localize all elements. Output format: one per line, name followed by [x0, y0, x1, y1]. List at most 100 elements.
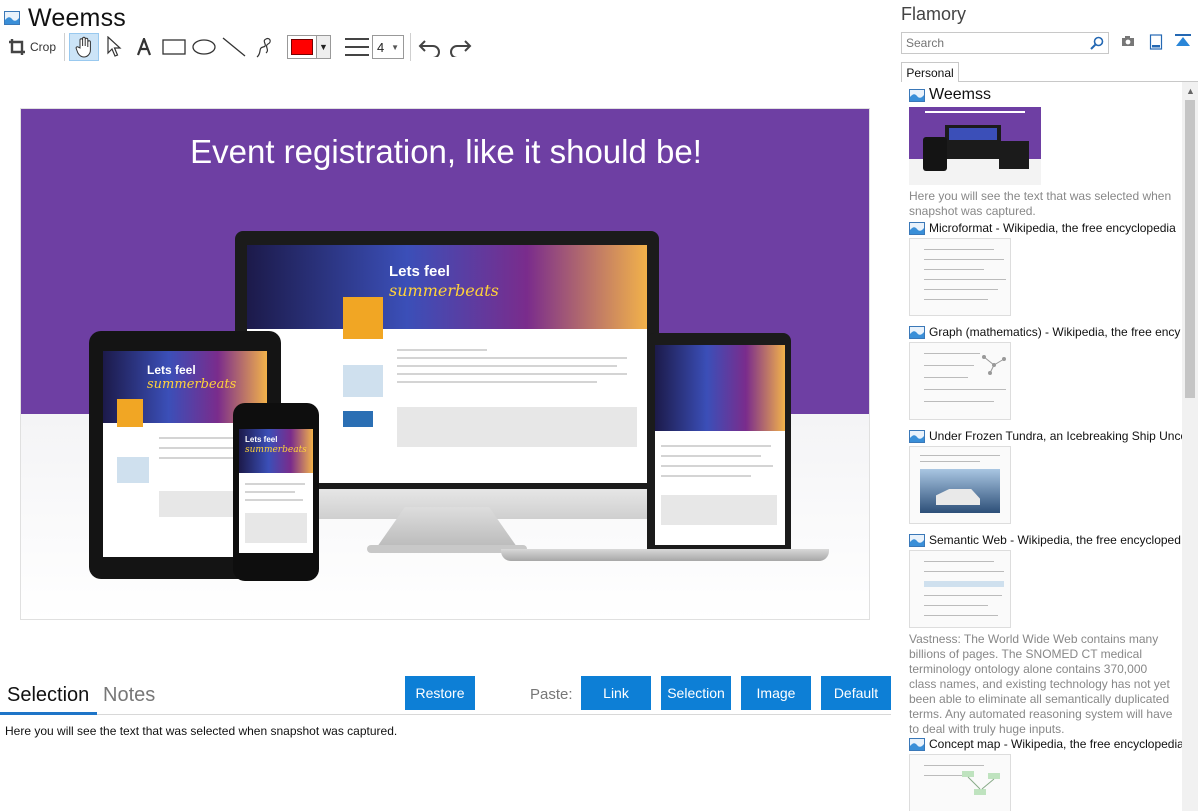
pointer-tool-button[interactable]: [99, 33, 129, 61]
paste-link-button[interactable]: Link: [581, 676, 651, 710]
crop-label: Crop: [30, 40, 57, 54]
monitor-hero: Lets feel summerbeats: [247, 245, 647, 329]
tab-selection[interactable]: Selection: [7, 684, 89, 707]
snapshot-icon: [909, 325, 925, 339]
selection-text[interactable]: Here you will see the text that was sele…: [5, 724, 397, 738]
snapshot-editor: Weemss Crop ▼ 4 ▼ Event registration, li…: [0, 0, 893, 811]
phone-hero: Lets feel summerbeats: [239, 429, 313, 473]
list-item-title: Graph (mathematics) - Wikipedia, the fre…: [929, 325, 1181, 339]
undo-button[interactable]: [415, 33, 445, 61]
page-title: Weemss: [28, 3, 126, 32]
laptop-base: [501, 549, 829, 561]
list-item-thumbnail: [909, 342, 1011, 420]
list-item-thumbnail: [909, 107, 1041, 185]
list-item-thumbnail: [909, 446, 1011, 524]
text-tool-button[interactable]: [129, 33, 159, 61]
list-item[interactable]: Weemss Here you will see the text that w…: [909, 86, 1182, 219]
phone-hero-line1: Lets feel: [245, 435, 278, 444]
snapshot-icon: [4, 11, 20, 25]
line-width-picker[interactable]: 4 ▼: [345, 35, 405, 59]
drawing-toolbar: Crop ▼ 4 ▼: [4, 32, 475, 62]
list-item-thumbnail: [909, 754, 1011, 811]
snapshot-icon: [909, 737, 925, 751]
crop-button[interactable]: Crop: [4, 33, 60, 61]
hand-tool-button[interactable]: [69, 33, 100, 61]
phone-hero-line2: summerbeats: [245, 445, 307, 455]
text-icon: [136, 38, 152, 56]
snapshot-canvas[interactable]: Event registration, like it should be! L…: [20, 108, 870, 620]
search-field[interactable]: [901, 32, 1109, 54]
toolbar-separator: [64, 33, 66, 61]
laptop-mockup: [647, 333, 791, 551]
snapshot-banner-text: Event registration, like it should be!: [190, 133, 702, 170]
toolbar-separator: [410, 33, 412, 61]
active-tab-indicator: [0, 712, 97, 715]
scrollbar-thumb[interactable]: [1185, 100, 1195, 398]
list-item-title: Concept map - Wikipedia, the free encycl…: [929, 737, 1182, 751]
ellipse-icon: [192, 39, 216, 55]
paste-image-button[interactable]: Image: [741, 676, 811, 710]
chevron-down-icon: ▼: [391, 42, 400, 52]
laptop-screen: [655, 345, 785, 545]
undo-icon: [418, 40, 441, 57]
list-item-thumbnail: [909, 238, 1011, 316]
list-item[interactable]: Graph (mathematics) - Wikipedia, the fre…: [909, 325, 1182, 420]
list-item-title: Under Frozen Tundra, an Icebreaking Ship…: [929, 429, 1182, 443]
camera-icon[interactable]: [1121, 34, 1135, 48]
redo-icon: [450, 40, 472, 57]
hand-icon: [75, 36, 91, 58]
freehand-icon: [256, 37, 271, 58]
line-width-icon: [345, 38, 370, 56]
sidebar-scrollbar[interactable]: ▲: [1182, 82, 1198, 811]
list-item-thumbnail: [909, 550, 1011, 628]
color-picker[interactable]: ▼: [287, 35, 332, 59]
list-item-description: Vastness: The World Wide Web contains ma…: [909, 632, 1173, 736]
hero-line1: Lets feel: [389, 263, 450, 280]
line-tool-button[interactable]: [219, 33, 249, 61]
chevron-down-icon[interactable]: ▼: [316, 36, 331, 58]
search-input[interactable]: [906, 36, 1086, 50]
tab-notes[interactable]: Notes: [103, 684, 155, 707]
scroll-up-icon[interactable]: ▲: [1186, 86, 1195, 96]
rectangle-icon: [162, 39, 186, 55]
freehand-tool-button[interactable]: [249, 33, 279, 61]
collapse-top-icon[interactable]: [1175, 34, 1191, 48]
line-width-select[interactable]: 4 ▼: [372, 35, 405, 59]
paste-selection-button[interactable]: Selection: [661, 676, 731, 710]
arrow-pointer-icon: [107, 36, 122, 57]
list-item-description: Here you will see the text that was sele…: [909, 189, 1172, 218]
paste-default-button[interactable]: Default: [821, 676, 891, 710]
document-icon[interactable]: [1149, 34, 1163, 50]
list-item[interactable]: Microformat - Wikipedia, the free encycl…: [909, 221, 1182, 316]
snapshot-icon: [909, 221, 925, 235]
crop-icon: [9, 39, 25, 55]
flamory-sidebar: Flamory Personal Weemss: [895, 0, 1198, 811]
list-item-title: Microformat - Wikipedia, the free encycl…: [929, 221, 1176, 235]
tab-personal[interactable]: Personal: [901, 62, 959, 82]
sidebar-title: Flamory: [901, 4, 967, 24]
list-item[interactable]: Under Frozen Tundra, an Icebreaking Ship…: [909, 429, 1182, 524]
snapshot-icon: [909, 533, 925, 547]
snapshot-list: Weemss Here you will see the text that w…: [895, 82, 1182, 811]
list-item-title: Semantic Web - Wikipedia, the free encyc…: [929, 533, 1181, 547]
list-item-title: Weemss: [929, 86, 991, 103]
title-row: Weemss: [4, 3, 126, 33]
tablet-hero-line2: summerbeats: [147, 377, 237, 392]
color-swatch: [291, 39, 314, 55]
graph-diagram: [982, 355, 1006, 375]
search-icon[interactable]: [1090, 36, 1104, 50]
concept-map-diagram: [962, 771, 1000, 795]
paste-label: Paste:: [530, 686, 573, 703]
redo-button[interactable]: [445, 33, 475, 61]
list-item[interactable]: Semantic Web - Wikipedia, the free encyc…: [909, 533, 1182, 737]
snapshot-icon: [909, 88, 925, 102]
ellipse-tool-button[interactable]: [189, 33, 219, 61]
hero-line2: summerbeats: [389, 281, 499, 300]
snapshot-icon: [909, 429, 925, 443]
tabs-divider: [0, 714, 891, 715]
restore-button[interactable]: Restore: [405, 676, 475, 710]
phone-mockup: Lets feel summerbeats: [233, 403, 319, 581]
rectangle-tool-button[interactable]: [159, 33, 189, 61]
laptop-hero: [655, 345, 785, 431]
list-item[interactable]: Concept map - Wikipedia, the free encycl…: [909, 737, 1182, 811]
